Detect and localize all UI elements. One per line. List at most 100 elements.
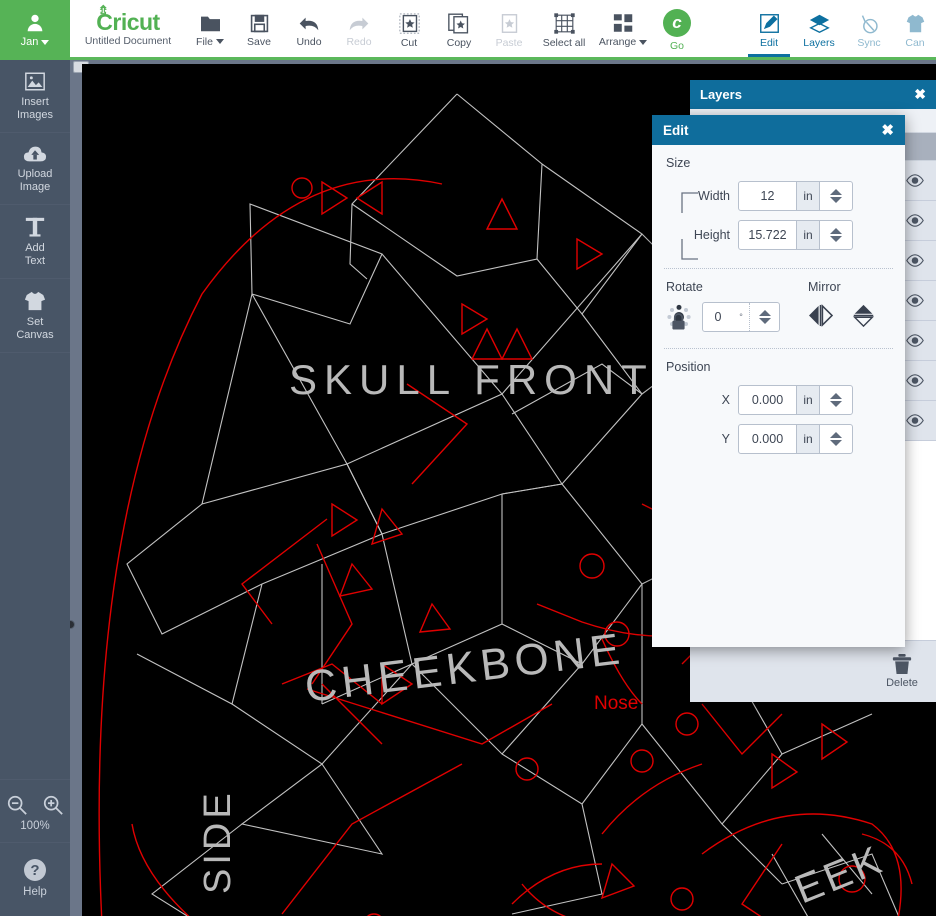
cut-icon bbox=[398, 12, 420, 34]
eye-visibility-icon[interactable] bbox=[906, 214, 924, 227]
sidebar-item-set-canvas[interactable]: Set Canvas bbox=[0, 279, 70, 353]
rotate-input[interactable]: 0 bbox=[703, 303, 733, 331]
file-menu-button[interactable]: File bbox=[186, 0, 234, 57]
chevron-down-icon bbox=[215, 39, 224, 44]
stepper-down-arrow-icon[interactable] bbox=[830, 440, 842, 446]
insert-images-label: Insert Images bbox=[16, 96, 54, 121]
rotate-label: Rotate bbox=[666, 280, 703, 294]
cricut-logo: ⇯ Cricut bbox=[96, 4, 160, 34]
arrange-button[interactable]: Arrange bbox=[594, 0, 652, 57]
y-stepper-arrows[interactable] bbox=[820, 425, 852, 453]
trash-can-icon bbox=[892, 654, 912, 675]
eye-visibility-icon[interactable] bbox=[906, 414, 924, 427]
eye-visibility-icon[interactable] bbox=[906, 374, 924, 387]
delete-layer-button[interactable]: Delete bbox=[874, 654, 930, 689]
select-all-button[interactable]: Select all bbox=[534, 0, 594, 57]
paste-icon bbox=[501, 13, 517, 33]
rotate-controls: 0 ° bbox=[666, 302, 808, 332]
help-button[interactable]: ? Help bbox=[0, 843, 70, 916]
close-icon[interactable]: ✖ bbox=[881, 121, 894, 139]
copy-button[interactable]: Copy bbox=[434, 0, 484, 57]
width-input[interactable]: 12 bbox=[739, 182, 796, 210]
delete-label: Delete bbox=[886, 677, 918, 689]
height-stepper-arrows[interactable] bbox=[820, 221, 852, 249]
top-toolbar: Jan ⇯ Cricut Untitled Document File Save bbox=[0, 0, 936, 60]
rotate-stepper[interactable]: 0 ° bbox=[702, 302, 780, 332]
redo-label: Redo bbox=[346, 35, 372, 48]
stepper-up-arrow-icon[interactable] bbox=[758, 310, 771, 316]
eye-visibility-icon[interactable] bbox=[906, 254, 924, 267]
sidebar-item-upload-image[interactable]: Upload Image bbox=[0, 133, 70, 205]
layers-panel-header: Layers ✖ bbox=[690, 80, 936, 109]
eye-visibility-icon[interactable] bbox=[906, 294, 924, 307]
stepper-down-arrow-icon[interactable] bbox=[830, 236, 842, 242]
tab-sync[interactable]: Sync bbox=[844, 0, 894, 57]
cut-button[interactable]: Cut bbox=[384, 0, 434, 57]
paste-button[interactable]: Paste bbox=[484, 0, 534, 57]
undo-arrow-icon bbox=[299, 17, 319, 30]
stepper-up-arrow-icon[interactable] bbox=[830, 432, 842, 438]
lock-closed-icon[interactable] bbox=[671, 313, 686, 330]
x-stepper[interactable]: 0.000 in bbox=[738, 385, 853, 415]
stepper-up-arrow-icon[interactable] bbox=[830, 189, 842, 195]
zoom-controls: 100% bbox=[0, 780, 70, 843]
link-bracket-icon bbox=[681, 192, 698, 260]
x-position-row: X 0.000 in bbox=[652, 383, 905, 417]
cricut-go-icon: c bbox=[663, 9, 691, 37]
label-eek: EEK bbox=[789, 837, 891, 912]
mirror-label: Mirror bbox=[808, 280, 841, 294]
sidebar-item-insert-images[interactable]: Insert Images bbox=[0, 60, 70, 133]
label-cheekbone: CHEEKBONE bbox=[302, 624, 627, 712]
save-button[interactable]: Save bbox=[234, 0, 284, 57]
y-stepper[interactable]: 0.000 in bbox=[738, 424, 853, 454]
edit-panel-title: Edit bbox=[663, 122, 689, 138]
tab-layers[interactable]: Layers bbox=[794, 0, 844, 57]
document-name[interactable]: Untitled Document bbox=[85, 35, 171, 47]
set-canvas-label: Set Canvas bbox=[16, 316, 54, 341]
add-text-T-icon bbox=[25, 217, 45, 237]
paste-label: Paste bbox=[495, 36, 523, 49]
redo-button[interactable]: Redo bbox=[334, 0, 384, 57]
tab-canvas[interactable]: Can bbox=[894, 0, 936, 57]
rotate-stepper-arrows[interactable] bbox=[749, 303, 779, 331]
zoom-out-icon[interactable] bbox=[6, 794, 28, 816]
insert-images-icon bbox=[25, 72, 45, 91]
upload-image-label: Upload Image bbox=[17, 168, 53, 193]
tab-layers-label: Layers bbox=[803, 36, 835, 49]
x-stepper-arrows[interactable] bbox=[820, 386, 852, 414]
brand-area: ⇯ Cricut Untitled Document bbox=[70, 0, 186, 57]
stepper-up-arrow-icon[interactable] bbox=[830, 228, 842, 234]
mirror-vertical-icon[interactable] bbox=[851, 304, 876, 327]
height-input[interactable]: 15.722 bbox=[739, 221, 796, 249]
close-icon[interactable]: ✖ bbox=[914, 86, 926, 103]
stepper-down-arrow-icon[interactable] bbox=[830, 401, 842, 407]
sprout-icon: ⇯ bbox=[98, 2, 108, 17]
layers-stack-icon bbox=[808, 14, 830, 33]
width-stepper[interactable]: 12 in bbox=[738, 181, 853, 211]
stepper-down-arrow-icon[interactable] bbox=[758, 318, 771, 324]
file-label: File bbox=[196, 36, 224, 48]
add-text-label: Add Text bbox=[24, 242, 46, 267]
eye-visibility-icon[interactable] bbox=[906, 174, 924, 187]
redo-arrow-icon bbox=[349, 17, 369, 30]
arrange-label: Arrange bbox=[599, 36, 648, 48]
mirror-horizontal-icon[interactable] bbox=[808, 304, 833, 327]
x-input[interactable]: 0.000 bbox=[739, 386, 796, 414]
stepper-up-arrow-icon[interactable] bbox=[830, 393, 842, 399]
undo-button[interactable]: Undo bbox=[284, 0, 334, 57]
stepper-down-arrow-icon[interactable] bbox=[830, 197, 842, 203]
sidebar-item-add-text[interactable]: Add Text bbox=[0, 205, 70, 279]
account-menu[interactable]: Jan bbox=[0, 0, 70, 60]
width-stepper-arrows[interactable] bbox=[820, 182, 852, 210]
chevron-down-icon bbox=[41, 39, 50, 45]
go-button[interactable]: c Go bbox=[652, 0, 702, 57]
eye-visibility-icon[interactable] bbox=[906, 334, 924, 347]
tab-edit[interactable]: Edit bbox=[744, 0, 794, 57]
set-canvas-shirt-icon bbox=[24, 291, 46, 311]
zoom-in-icon[interactable] bbox=[42, 794, 64, 816]
y-input[interactable]: 0.000 bbox=[739, 425, 796, 453]
position-section-label: Position bbox=[666, 360, 711, 374]
height-stepper[interactable]: 15.722 in bbox=[738, 220, 853, 250]
zoom-buttons-row bbox=[0, 780, 70, 816]
question-mark-icon: ? bbox=[24, 859, 46, 881]
